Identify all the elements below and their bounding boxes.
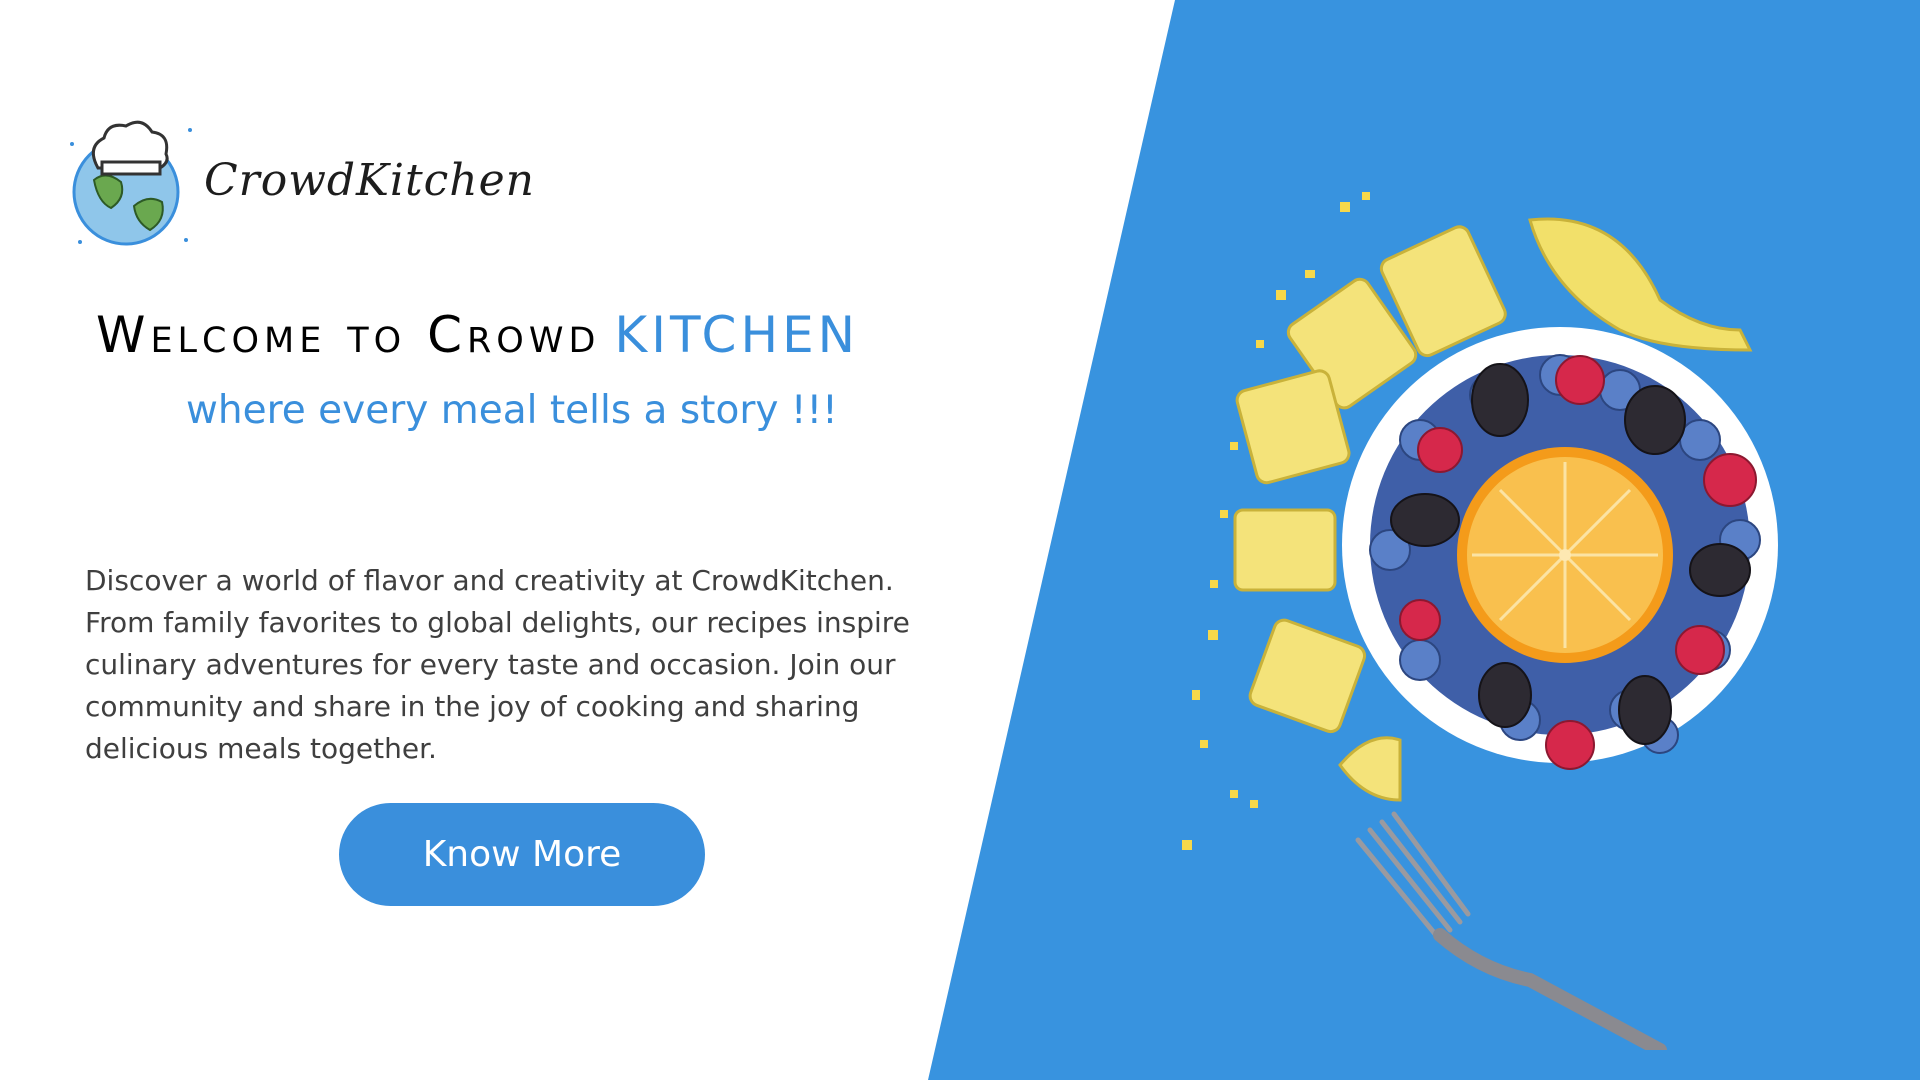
brand-logo[interactable]: CrowdKitchen bbox=[66, 110, 535, 250]
bowl-of-berries bbox=[1342, 327, 1778, 770]
fruit-bowl-illustration bbox=[1182, 192, 1778, 1050]
headline-accent: KITCHEN bbox=[614, 306, 860, 364]
know-more-button[interactable]: Know More bbox=[339, 803, 705, 906]
chef-hat-globe-icon bbox=[70, 120, 192, 246]
description-text: Discover a world of flavor and creativit… bbox=[85, 564, 910, 765]
headline-main: Welcome to Crowd bbox=[96, 306, 601, 364]
orange-half bbox=[1457, 447, 1673, 663]
tagline: where every meal tells a story !!! bbox=[186, 388, 838, 433]
fork bbox=[1355, 811, 1667, 1050]
brand-name: CrowdKitchen bbox=[204, 154, 535, 206]
page-title: Welcome to Crowd KITCHEN bbox=[96, 305, 859, 365]
